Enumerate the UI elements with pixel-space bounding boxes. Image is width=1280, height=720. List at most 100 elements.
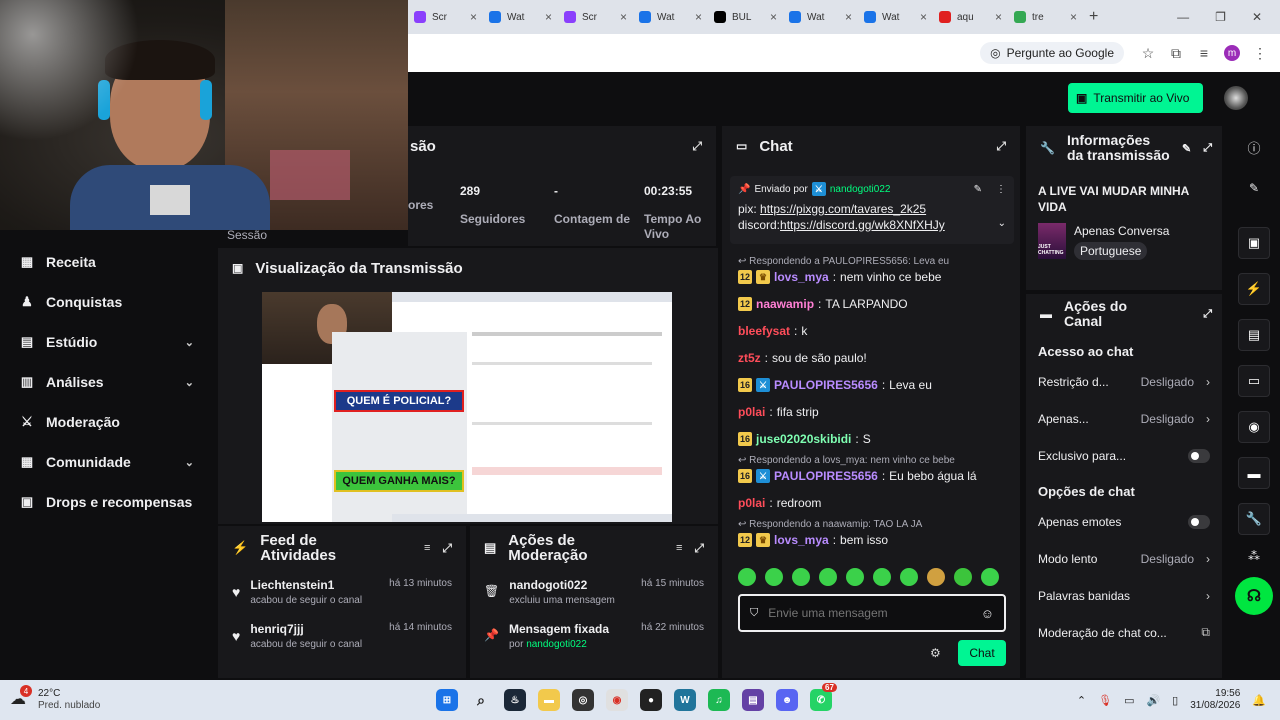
browser-tab[interactable]: Wat × [483, 4, 558, 30]
activity-user[interactable]: henriq7jjj [250, 622, 362, 636]
mod-action-item[interactable]: 🗑 nandogoti022 excluiu uma mensagem há 15 m… [470, 570, 718, 614]
expand-icon[interactable]: ⤢ [996, 139, 1006, 154]
discord-icon[interactable]: ☻ [776, 689, 798, 711]
chat-username[interactable]: bleefysat [738, 324, 790, 338]
chat-username[interactable]: juse02020skibidi [756, 432, 851, 446]
emote-icon[interactable] [981, 568, 999, 586]
clock[interactable]: 19:56 31/08/2026 [1190, 688, 1240, 712]
settings-gear-icon[interactable]: ⚙ [930, 646, 941, 660]
new-tab-button[interactable]: + [1089, 8, 1098, 26]
rail-video-icon[interactable]: ▣ [1238, 227, 1270, 259]
chat-username[interactable]: lovs_mya [774, 533, 829, 547]
browser-tab[interactable]: aqu × [933, 4, 1008, 30]
chrome-icon[interactable]: ◉ [606, 689, 628, 711]
chat-username[interactable]: PAULOPIRES5656 [774, 469, 878, 483]
search-icon[interactable]: ⌕ [470, 689, 492, 711]
tab-close-icon[interactable]: × [770, 10, 777, 24]
rail-play-icon[interactable]: ◉ [1238, 411, 1270, 443]
chat-setting-row[interactable]: Palavras banidas › [1026, 577, 1222, 614]
expand-icon[interactable]: ⤢ [442, 541, 452, 556]
extensions-icon[interactable]: ⧉ [1162, 39, 1190, 67]
discord-link[interactable]: https://discord.gg/wk8XNfXHJy [780, 218, 945, 232]
steam-icon[interactable]: ♨ [504, 689, 526, 711]
chat-username[interactable]: naawamip [756, 297, 814, 311]
chat-setting-row[interactable]: Moderação de chat co... ⧉ [1026, 614, 1222, 651]
media-icon[interactable]: ≡ [1190, 39, 1218, 67]
kebab-icon[interactable]: ⋮ [996, 184, 1006, 195]
chat-message[interactable]: 12 naawamip: TA LARPANDO [722, 291, 1020, 318]
activity-item[interactable]: ♥ henriq7jjj acabou de seguir o canal há 14… [218, 614, 466, 658]
rail-card-icon[interactable]: ▬ [1238, 457, 1270, 489]
rail-dots-icon[interactable]: ⁂ [1228, 549, 1280, 563]
filter-icon[interactable]: ≡ [676, 542, 682, 554]
obs-icon[interactable]: ● [640, 689, 662, 711]
chat-username[interactable]: p0lai [738, 405, 765, 419]
tab-close-icon[interactable]: × [695, 10, 702, 24]
chat-message[interactable]: p0lai: fifa strip [722, 399, 1020, 426]
tab-close-icon[interactable]: × [845, 10, 852, 24]
tab-close-icon[interactable]: × [920, 10, 927, 24]
shield-icon[interactable]: ⛉ [750, 607, 758, 620]
emote-icon[interactable] [846, 568, 864, 586]
maximize-icon[interactable]: ❐ [1215, 10, 1226, 24]
emote-icon[interactable] [954, 568, 972, 586]
windows-start-icon[interactable]: ⊞ [436, 689, 458, 711]
nav-item[interactable]: ▥ Análises ⌄ [0, 362, 216, 402]
nav-item[interactable]: ▤ Estúdio ⌄ [0, 322, 216, 362]
emote-icon[interactable] [792, 568, 810, 586]
emote-icon[interactable] [873, 568, 891, 586]
wordpress-icon[interactable]: W [674, 689, 696, 711]
expand-icon[interactable]: ⤢ [692, 139, 702, 154]
info-icon[interactable]: ⓘ [1228, 138, 1280, 157]
activity-user[interactable]: Liechtenstein1 [250, 578, 362, 592]
pencil-icon[interactable]: ✎ [1228, 181, 1280, 195]
nav-item[interactable]: ▦ Comunidade ⌄ [0, 442, 216, 482]
chat-setting-row[interactable]: Restrição d... Desligado › [1026, 363, 1222, 400]
emote-icon[interactable] [900, 568, 918, 586]
chat-setting-row[interactable]: Modo lento Desligado › [1026, 540, 1222, 577]
emote-icon[interactable] [765, 568, 783, 586]
chat-message[interactable]: 16 ⚔ PAULOPIRES5656: Leva eu [722, 372, 1020, 399]
twitch-app-icon[interactable]: ▤ [742, 689, 764, 711]
go-live-button[interactable]: ▣ Transmitir ao Vivo [1068, 83, 1203, 113]
rail-list-icon[interactable]: ▤ [1238, 319, 1270, 351]
menu-kebab-icon[interactable]: ⋮ [1246, 39, 1274, 67]
notification-icon[interactable]: 🔔 [1252, 694, 1266, 707]
support-headset-icon[interactable]: ☊ [1235, 577, 1273, 615]
battery-icon[interactable]: ▯ [1172, 694, 1178, 707]
chat-message[interactable]: 16 juse02020skibidi: S [722, 426, 1020, 453]
chat-setting-row[interactable]: Exclusivo para... [1026, 437, 1222, 474]
chat-message[interactable]: ↩ Respondendo a PAULOPIRES5656: Leva eu 1… [722, 254, 1020, 291]
microphone-icon[interactable]: 🎙 [1098, 694, 1112, 707]
chat-username[interactable]: zt5z [738, 351, 761, 365]
emote-icon[interactable] [738, 568, 756, 586]
chat-username[interactable]: PAULOPIRES5656 [774, 378, 878, 392]
rail-chat-icon[interactable]: ▭ [1238, 365, 1270, 397]
browser-tab[interactable]: Scr × [558, 4, 633, 30]
emote-picker-icon[interactable]: ☺ [981, 606, 994, 621]
ask-google-button[interactable]: ◎ Pergunte ao Google [980, 42, 1124, 64]
toggle-switch[interactable] [1188, 448, 1210, 463]
expand-icon[interactable]: ⤢ [1203, 308, 1212, 321]
nav-item[interactable]: ▣ Drops e recompensas [0, 482, 216, 522]
app-icon[interactable]: ◎ [572, 689, 594, 711]
tab-close-icon[interactable]: × [1070, 10, 1077, 24]
nav-item[interactable]: ♟ Conquistas [0, 282, 216, 322]
chat-message[interactable]: ↩ Respondendo a lovs_mya: nem vinho ce b… [722, 453, 1020, 490]
chat-message[interactable]: ↩ Respondendo a naawamip: TAO LA JA 12 ♛ lo… [722, 517, 1020, 554]
rail-wrench-icon[interactable]: 🔧 [1238, 503, 1270, 535]
unpin-icon[interactable]: ✎ [974, 184, 982, 195]
expand-icon[interactable]: ⤢ [1203, 142, 1212, 155]
language-tag[interactable]: Portuguese [1074, 242, 1148, 260]
stream-preview-video[interactable]: QUEM É POLICIAL? QUEM GANHA MAIS? [262, 292, 672, 522]
expand-icon[interactable]: ⤢ [694, 541, 704, 556]
chevron-down-icon[interactable]: ⌄ [998, 218, 1006, 232]
chat-send-button[interactable]: Chat [958, 640, 1006, 666]
browser-tab[interactable]: Wat × [633, 4, 708, 30]
file-explorer-icon[interactable]: ▬ [538, 689, 560, 711]
mod-action-by[interactable]: nandogoti022 [526, 639, 587, 650]
tab-close-icon[interactable]: × [545, 10, 552, 24]
chat-setting-row[interactable]: Apenas... Desligado › [1026, 400, 1222, 437]
close-window-icon[interactable]: ✕ [1252, 10, 1262, 24]
edit-icon[interactable]: ✎ [1182, 142, 1191, 155]
